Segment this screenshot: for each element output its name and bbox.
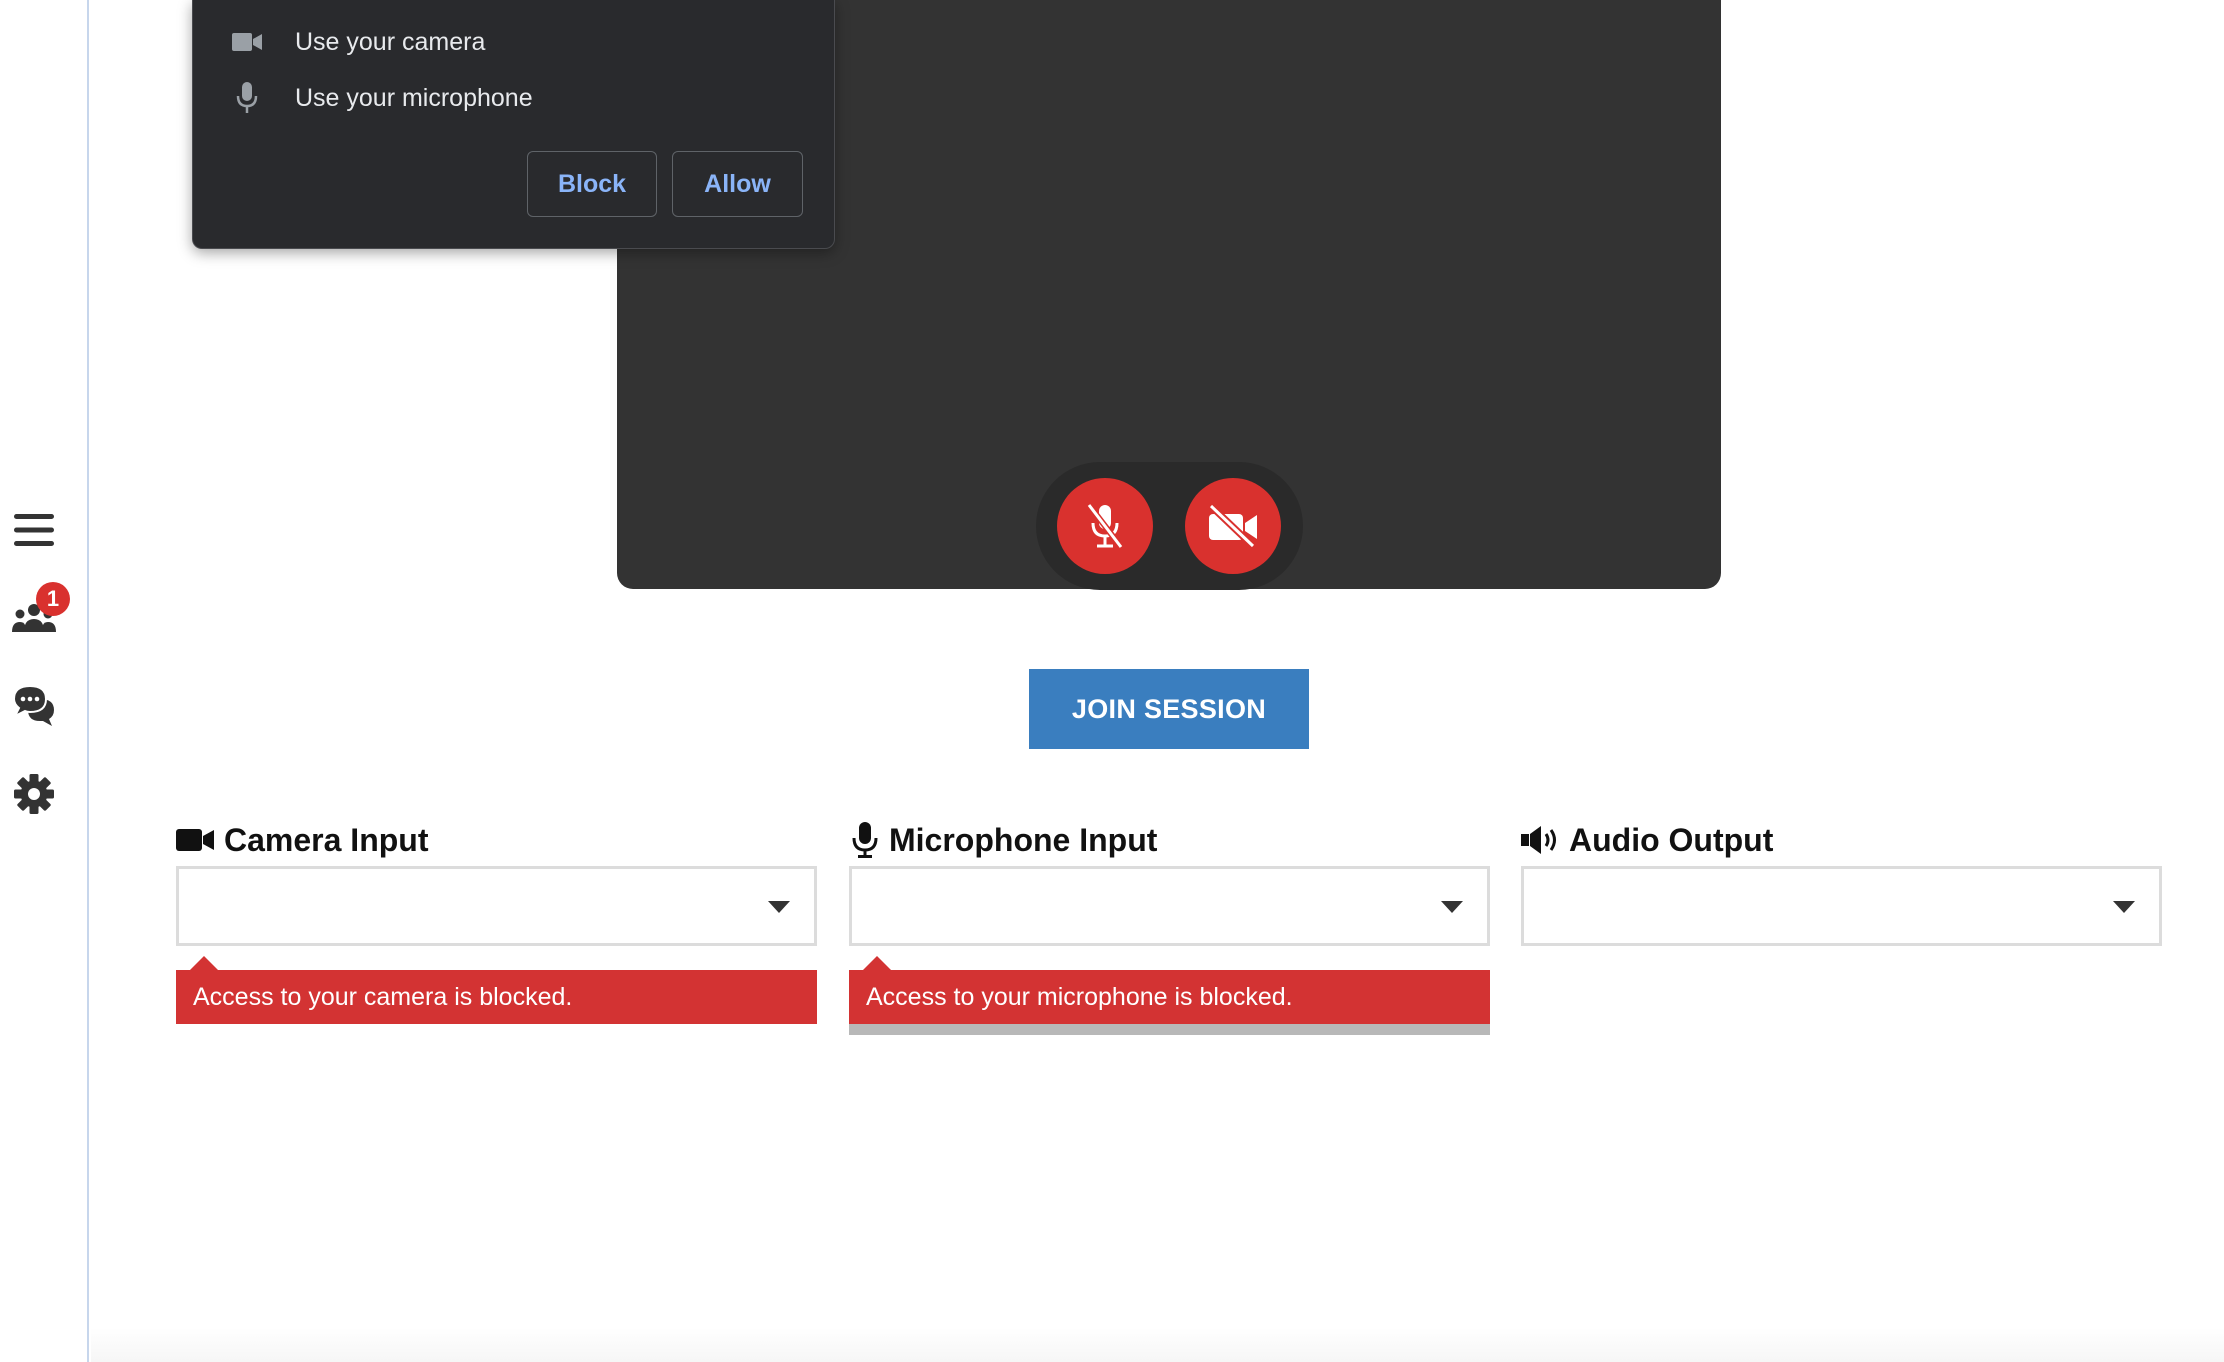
chat-icon[interactable]: [11, 683, 57, 729]
camera-off-icon: [1208, 504, 1257, 548]
camera-permission-row: Use your camera: [229, 24, 485, 60]
microphone-permission-row: Use your microphone: [229, 80, 533, 116]
block-button[interactable]: Block: [527, 151, 657, 217]
chevron-down-icon: [2113, 901, 2135, 913]
microphone-input-label: Microphone Input: [851, 818, 1157, 862]
bottom-shadow: [91, 1328, 2224, 1362]
left-sidebar: 1: [0, 0, 89, 1362]
audio-output-select[interactable]: [1521, 866, 2162, 946]
microphone-icon: [851, 822, 879, 858]
camera-blocked-error: Access to your camera is blocked.: [176, 956, 817, 1024]
camera-input-select[interactable]: [176, 866, 817, 946]
toggle-microphone-button[interactable]: [1057, 478, 1153, 574]
video-camera-icon: [229, 24, 265, 60]
gear-icon[interactable]: [11, 771, 57, 817]
camera-error-text: Access to your camera is blocked.: [193, 982, 573, 1011]
join-session-button[interactable]: JOIN SESSION: [1029, 669, 1309, 749]
audio-output-label: Audio Output: [1521, 818, 1773, 862]
camera-input-label: Camera Input: [176, 818, 428, 862]
allow-button[interactable]: Allow: [672, 151, 803, 217]
chevron-down-icon: [1441, 901, 1463, 913]
chevron-down-icon: [768, 901, 790, 913]
error-underline: [849, 1024, 1490, 1035]
error-pointer: [190, 956, 218, 970]
microphone-icon: [229, 80, 265, 116]
hamburger-menu-icon[interactable]: [11, 507, 57, 553]
participants-count-badge: 1: [36, 582, 70, 616]
microphone-input-select[interactable]: [849, 866, 1490, 946]
toggle-camera-button[interactable]: [1185, 478, 1281, 574]
camera-permission-text: Use your camera: [295, 27, 486, 56]
error-pointer: [863, 956, 891, 970]
microphone-error-text: Access to your microphone is blocked.: [866, 982, 1293, 1011]
microphone-permission-text: Use your microphone: [295, 83, 533, 112]
microphone-muted-icon: [1086, 503, 1124, 549]
microphone-blocked-error: Access to your microphone is blocked.: [849, 956, 1490, 1024]
permission-popup: Use your camera Use your microphone Bloc…: [192, 0, 835, 249]
speaker-icon: [1521, 825, 1559, 855]
video-camera-icon: [176, 827, 214, 853]
